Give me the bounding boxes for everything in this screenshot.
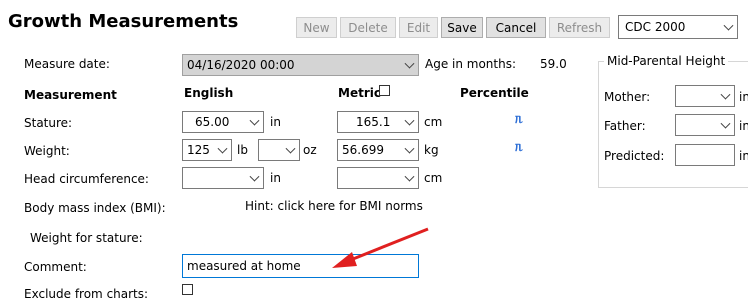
annotation-arrow-shaft [347, 227, 429, 263]
annotation-arrow-head [332, 252, 357, 268]
annotation-arrow [332, 227, 429, 268]
